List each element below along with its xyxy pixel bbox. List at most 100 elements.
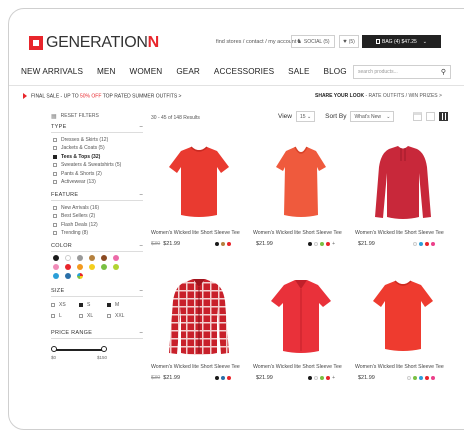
- color-swatch[interactable]: [89, 254, 95, 261]
- view-count-select[interactable]: 15 ⌄: [295, 111, 316, 122]
- color-option-dot[interactable]: [320, 241, 325, 246]
- checkbox[interactable]: [107, 302, 111, 307]
- color-swatch[interactable]: [65, 254, 71, 261]
- checkbox[interactable]: [53, 222, 57, 227]
- feature-option[interactable]: New Arrivals (16): [51, 204, 143, 213]
- product-image[interactable]: [253, 271, 349, 361]
- collapse-icon[interactable]: –: [140, 192, 143, 198]
- color-option-dot[interactable]: [227, 375, 231, 380]
- color-option-dot[interactable]: [407, 375, 411, 380]
- list-view-icon[interactable]: [413, 112, 422, 121]
- color-option-dot[interactable]: [308, 241, 313, 246]
- product-name[interactable]: Women's Wicked lite Short Sleeve Tee: [253, 230, 349, 237]
- color-option-dot[interactable]: [419, 241, 423, 246]
- product-name[interactable]: Women's Wicked lite Short Sleeve Tee: [355, 230, 451, 237]
- color-swatch[interactable]: [53, 263, 59, 270]
- collapse-icon[interactable]: –: [140, 243, 143, 249]
- type-option[interactable]: Sweaters & Sweatshirts (5): [51, 161, 143, 170]
- product-card[interactable]: Women's Wicked lite Short Sleeve Tee $21.…: [355, 137, 451, 247]
- type-filter-header[interactable]: TYPE –: [51, 124, 143, 133]
- color-swatch[interactable]: [77, 263, 83, 270]
- brand-logo[interactable]: GENERATIONN: [29, 34, 159, 52]
- color-option-dot[interactable]: [314, 241, 319, 246]
- color-swatch[interactable]: [89, 263, 95, 270]
- color-swatch[interactable]: [101, 254, 107, 261]
- checkbox[interactable]: [53, 154, 57, 159]
- more-colors-icon[interactable]: +: [332, 241, 335, 247]
- checkbox[interactable]: [53, 163, 57, 168]
- feature-option[interactable]: Trending (8): [51, 229, 143, 238]
- checkbox[interactable]: [79, 314, 83, 319]
- nav-men[interactable]: MEN: [97, 67, 116, 76]
- size-option[interactable]: S: [79, 301, 107, 310]
- bag-button[interactable]: BAG (4) $47.25 ⌄: [362, 35, 441, 48]
- type-option[interactable]: Dresses & Skirts (12): [51, 136, 143, 145]
- reset-filters-button[interactable]: ▦ RESET FILTERS: [51, 112, 143, 121]
- color-option-dot[interactable]: [221, 375, 225, 380]
- product-name[interactable]: Women's Wicked lite Short Sleeve Tee: [355, 364, 451, 371]
- more-colors-icon[interactable]: +: [332, 375, 335, 381]
- color-option-dot[interactable]: [320, 375, 325, 380]
- size-option[interactable]: XS: [51, 301, 79, 310]
- nav-gear[interactable]: GEAR: [176, 67, 200, 76]
- size-filter-header[interactable]: SIZE –: [51, 288, 143, 297]
- color-option-dot[interactable]: [425, 375, 429, 380]
- checkbox[interactable]: [107, 314, 111, 319]
- color-filter-header[interactable]: COLOR –: [51, 243, 143, 252]
- wishlist-button[interactable]: ♥ (5): [339, 35, 359, 48]
- checkbox[interactable]: [53, 205, 57, 210]
- product-card[interactable]: Women's Wicked lite Short Sleeve Tee $21.…: [253, 137, 349, 247]
- grid-view-icon[interactable]: [439, 112, 448, 121]
- collapse-icon[interactable]: –: [140, 288, 143, 294]
- product-card[interactable]: Women's Wicked lite Short Sleeve Tee $21.…: [253, 271, 349, 381]
- nav-new-arrivals[interactable]: NEW ARRIVALS: [21, 67, 83, 76]
- color-swatch[interactable]: [53, 254, 59, 261]
- nav-accessories[interactable]: ACCESSORIES: [214, 67, 274, 76]
- type-option[interactable]: Pants & Shorts (2): [51, 170, 143, 179]
- color-option-dot[interactable]: [413, 375, 417, 380]
- checkbox[interactable]: [53, 231, 57, 236]
- size-option[interactable]: XXL: [107, 312, 135, 321]
- color-option-dot[interactable]: [227, 241, 231, 246]
- color-option-dot[interactable]: [413, 241, 417, 246]
- color-option-dot[interactable]: [419, 375, 423, 380]
- checkbox[interactable]: [51, 302, 55, 307]
- social-button[interactable]: ♞ SOCIAL (5): [291, 35, 335, 48]
- top-links[interactable]: find stores / contact / my account: [216, 39, 296, 45]
- product-name[interactable]: Women's Wicked lite Short Sleeve Tee: [151, 230, 247, 237]
- color-option-dot[interactable]: [314, 375, 319, 380]
- color-swatch[interactable]: [113, 263, 119, 270]
- color-option-dot[interactable]: [326, 241, 331, 246]
- nav-blog[interactable]: BLOG: [324, 67, 347, 76]
- product-image[interactable]: [151, 137, 247, 227]
- collapse-icon[interactable]: –: [140, 124, 143, 130]
- color-swatch[interactable]: [77, 254, 83, 261]
- color-option-dot[interactable]: [326, 375, 331, 380]
- type-option[interactable]: Activewear (13): [51, 178, 143, 187]
- product-image[interactable]: [151, 271, 247, 361]
- feature-filter-header[interactable]: FEATURE –: [51, 192, 143, 201]
- product-card[interactable]: Women's Wicked lite Short Sleeve Tee $21.…: [355, 271, 451, 381]
- color-swatch[interactable]: [101, 263, 107, 270]
- two-column-view-icon[interactable]: [426, 112, 435, 121]
- product-name[interactable]: Women's Wicked lite Short Sleeve Tee: [253, 364, 349, 371]
- color-option-dot[interactable]: [221, 241, 225, 246]
- type-option[interactable]: Tees & Tops (32): [51, 153, 143, 162]
- type-option[interactable]: Jackets & Coats (5): [51, 144, 143, 153]
- price-min-handle[interactable]: [51, 345, 57, 352]
- price-filter-header[interactable]: PRICE RANGE –: [51, 330, 143, 339]
- size-option[interactable]: M: [107, 301, 135, 310]
- color-swatch[interactable]: [65, 272, 71, 279]
- color-swatch[interactable]: [65, 263, 71, 270]
- price-slider[interactable]: [51, 345, 143, 355]
- search-icon[interactable]: ⚲: [441, 68, 446, 76]
- color-swatch[interactable]: [53, 272, 59, 279]
- nav-women[interactable]: WOMEN: [130, 67, 163, 76]
- search-input[interactable]: search products... ⚲: [353, 65, 451, 79]
- feature-option[interactable]: Best Sellers (2): [51, 212, 143, 221]
- checkbox[interactable]: [53, 214, 57, 219]
- sort-select[interactable]: What's New ⌄: [350, 111, 395, 122]
- price-max-handle[interactable]: [101, 345, 107, 352]
- product-image[interactable]: [355, 271, 451, 361]
- color-swatch[interactable]: [113, 254, 119, 261]
